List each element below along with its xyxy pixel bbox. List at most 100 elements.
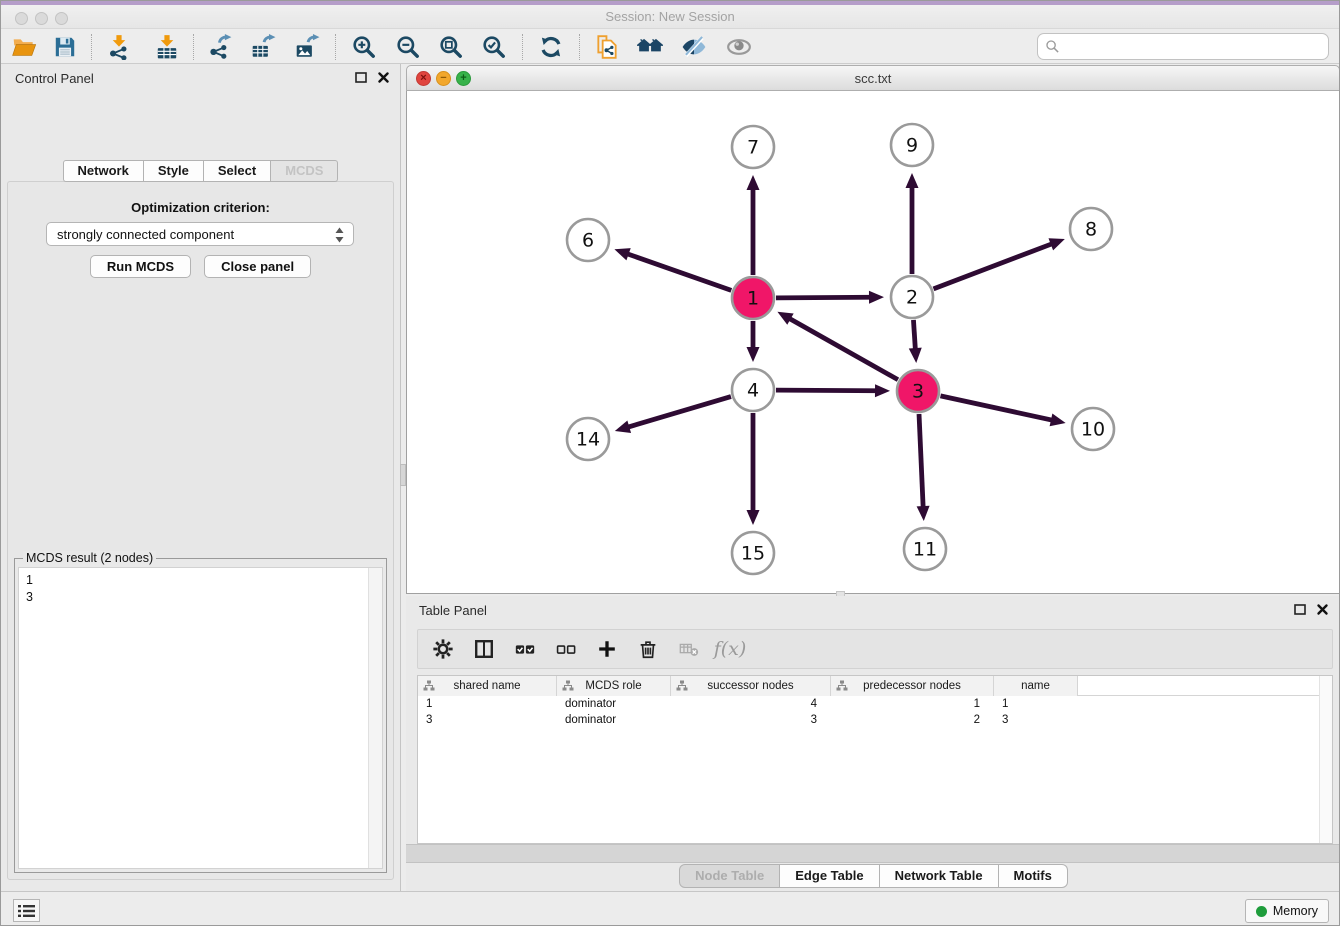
tab-style[interactable]: Style bbox=[144, 160, 204, 182]
show-eye-icon[interactable] bbox=[722, 32, 756, 62]
table-cell[interactable]: 3 bbox=[994, 712, 1078, 728]
mcds-result-title: MCDS result (2 nodes) bbox=[23, 551, 156, 565]
add-column-icon[interactable] bbox=[594, 636, 620, 662]
tab-network-table[interactable]: Network Table bbox=[880, 864, 999, 888]
task-history-button[interactable] bbox=[13, 899, 40, 922]
tab-edge-table[interactable]: Edge Table bbox=[780, 864, 879, 888]
list-icon bbox=[18, 904, 35, 918]
edge-1-6[interactable] bbox=[627, 254, 732, 291]
tab-select[interactable]: Select bbox=[204, 160, 271, 182]
tab-mcds[interactable]: MCDS bbox=[271, 160, 338, 182]
optimization-criterion-select[interactable]: strongly connected component bbox=[46, 222, 354, 246]
delete-table-icon[interactable] bbox=[676, 636, 702, 662]
edge-4-14[interactable] bbox=[627, 397, 731, 428]
memory-status-icon bbox=[1256, 906, 1267, 917]
sort-column-icon[interactable] bbox=[423, 680, 435, 692]
tab-motifs[interactable]: Motifs bbox=[999, 864, 1068, 888]
network-graph[interactable]: 7968124314101511 bbox=[407, 91, 1339, 592]
network-canvas[interactable]: 7968124314101511 bbox=[406, 91, 1340, 594]
column-header-successor-nodes[interactable]: successor nodes bbox=[671, 676, 831, 696]
mcds-result-area[interactable]: 1 3 bbox=[18, 567, 383, 869]
open-file-icon[interactable] bbox=[7, 32, 41, 62]
edge-3-1[interactable] bbox=[789, 318, 898, 380]
table-cell[interactable]: 2 bbox=[831, 712, 994, 728]
hide-eye-icon[interactable] bbox=[677, 32, 711, 62]
edge-2-8[interactable] bbox=[934, 244, 1053, 289]
memory-button[interactable]: Memory bbox=[1245, 899, 1329, 923]
toolbar-separator bbox=[91, 34, 92, 60]
select-all-checkboxes-icon[interactable] bbox=[512, 636, 538, 662]
table-scrollbar[interactable] bbox=[1319, 676, 1332, 843]
sort-column-icon[interactable] bbox=[676, 680, 688, 692]
delete-column-icon[interactable] bbox=[635, 636, 661, 662]
edge-3-10[interactable] bbox=[940, 396, 1052, 420]
table-cell[interactable]: 1 bbox=[418, 696, 557, 712]
edge-2-3[interactable] bbox=[913, 320, 915, 350]
table-cell[interactable]: 1 bbox=[831, 696, 994, 712]
tab-network[interactable]: Network bbox=[63, 160, 144, 182]
edge-4-3[interactable] bbox=[776, 390, 877, 391]
export-table-icon[interactable] bbox=[246, 32, 280, 62]
column-header-shared-name[interactable]: shared name bbox=[418, 676, 557, 696]
export-image-icon[interactable] bbox=[290, 32, 324, 62]
main-toolbar bbox=[1, 28, 1339, 64]
zoom-in-icon[interactable] bbox=[347, 32, 381, 62]
float-panel-icon[interactable] bbox=[1294, 603, 1307, 616]
export-network-icon[interactable] bbox=[203, 32, 237, 62]
copy-document-share-icon[interactable] bbox=[590, 32, 624, 62]
column-header-name[interactable]: name bbox=[994, 676, 1078, 696]
float-panel-icon[interactable] bbox=[355, 71, 368, 84]
import-network-icon[interactable] bbox=[102, 32, 136, 62]
table-row[interactable]: 3dominator323 bbox=[418, 712, 1332, 728]
table-cell[interactable]: 3 bbox=[671, 712, 831, 728]
column-header-predecessor-nodes[interactable]: predecessor nodes bbox=[831, 676, 994, 696]
column-header-MCDS-role[interactable]: MCDS role bbox=[557, 676, 671, 696]
table-cell[interactable]: dominator bbox=[557, 696, 671, 712]
zoom-selected-icon[interactable] bbox=[477, 32, 511, 62]
column-split-icon[interactable] bbox=[471, 636, 497, 662]
search-input[interactable] bbox=[1060, 39, 1328, 54]
edge-3-11[interactable] bbox=[919, 414, 923, 508]
table-cell[interactable]: 4 bbox=[671, 696, 831, 712]
close-panel-icon[interactable] bbox=[377, 71, 390, 84]
import-table-icon[interactable] bbox=[150, 32, 184, 62]
table-row[interactable]: 1dominator411 bbox=[418, 696, 1332, 712]
edge-arrowhead bbox=[747, 347, 760, 362]
function-builder-icon[interactable]: f(x) bbox=[717, 636, 743, 662]
close-panel-button[interactable]: Close panel bbox=[204, 255, 311, 278]
close-panel-icon[interactable] bbox=[1316, 603, 1329, 616]
table-cell[interactable]: dominator bbox=[557, 712, 671, 728]
refresh-icon[interactable] bbox=[534, 32, 568, 62]
zoom-fit-icon[interactable] bbox=[434, 32, 468, 62]
tab-node-table[interactable]: Node Table bbox=[679, 864, 780, 888]
deselect-all-checkboxes-icon[interactable] bbox=[553, 636, 579, 662]
sort-column-icon[interactable] bbox=[836, 680, 848, 692]
application-window: Session: New Session bbox=[0, 0, 1340, 926]
edge-arrowhead bbox=[906, 173, 919, 188]
network-view-window: × − + scc.txt 7968124314101511 bbox=[406, 65, 1340, 594]
table-cell[interactable]: 1 bbox=[994, 696, 1078, 712]
table-cell[interactable]: 3 bbox=[418, 712, 557, 728]
result-scrollbar[interactable] bbox=[368, 568, 382, 868]
search-field[interactable] bbox=[1037, 33, 1329, 60]
memory-label: Memory bbox=[1273, 904, 1318, 918]
sort-column-icon[interactable] bbox=[562, 680, 574, 692]
network-window-titlebar[interactable]: × − + scc.txt bbox=[406, 65, 1340, 91]
toolbar-separator bbox=[579, 34, 580, 60]
run-mcds-button[interactable]: Run MCDS bbox=[90, 255, 191, 278]
table-toolbar: f(x) bbox=[417, 629, 1333, 669]
edge-arrowhead bbox=[614, 248, 630, 260]
fx-label: f(x) bbox=[714, 638, 747, 660]
home-networks-icon[interactable] bbox=[633, 32, 667, 62]
mcds-panel: Optimization criterion: strongly connect… bbox=[7, 181, 394, 880]
zoom-out-icon[interactable] bbox=[391, 32, 425, 62]
edge-1-2[interactable] bbox=[776, 297, 871, 298]
node-table[interactable]: shared name MCDS rolesuccessor nodesprede… bbox=[417, 675, 1333, 844]
gear-icon[interactable] bbox=[430, 636, 456, 662]
column-header-label: shared name bbox=[453, 680, 520, 692]
splitter-handle[interactable] bbox=[400, 464, 406, 486]
network-window-title: scc.txt bbox=[407, 71, 1339, 86]
edge-arrowhead bbox=[1048, 238, 1064, 250]
save-session-icon[interactable] bbox=[48, 32, 82, 62]
edge-arrowhead bbox=[917, 506, 930, 521]
